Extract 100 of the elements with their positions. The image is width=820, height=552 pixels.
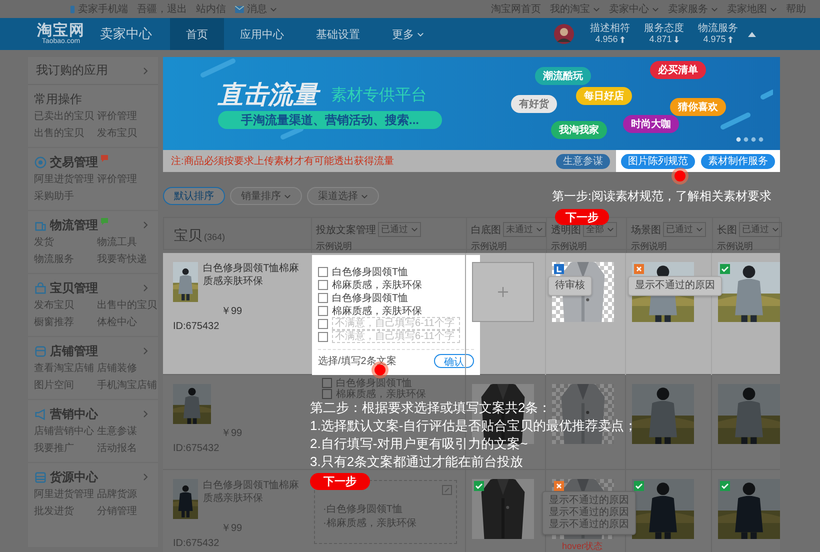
sort-button[interactable]: 默认排序 (163, 187, 225, 205)
tooltip-text: 待审核 (555, 280, 585, 292)
channel-tag: 我淘我家 (551, 121, 607, 139)
section-heading[interactable]: 宝贝管理 (50, 280, 98, 296)
product-title[interactable]: 白色修身圆领T恤棉麻质感亲肤环保 (203, 262, 306, 302)
section-heading[interactable]: 常用操作 (34, 90, 82, 108)
bag-icon (34, 282, 47, 294)
channel-tag: 猜你喜欢 (670, 98, 726, 116)
logo[interactable]: 淘宝网 (37, 22, 85, 38)
section-heading[interactable]: 货源中心 (50, 468, 98, 486)
section-heading[interactable]: 交易管理 (50, 154, 98, 170)
caret-icon (361, 194, 368, 198)
notice-text: 注:商品必须按要求上传素材才有可能透出获得流量 (171, 154, 395, 168)
caret-icon (417, 32, 424, 36)
checkbox[interactable] (318, 332, 328, 342)
caret-icon (607, 227, 614, 232)
chevron-right-icon[interactable] (143, 473, 148, 481)
copy-option[interactable]: 白色修身圆领T恤 (332, 264, 408, 278)
channel-tag: 必买清单 (650, 61, 706, 79)
phone-icon (70, 4, 75, 14)
chevron-right-icon[interactable] (143, 66, 148, 74)
checkbox[interactable] (322, 378, 332, 388)
sort-button[interactable]: 渠道选择 (307, 187, 379, 205)
nav-tab[interactable]: 基础设置 (300, 18, 376, 50)
sidebar-title[interactable]: 我订购的应用 (36, 62, 108, 79)
confirm-button[interactable]: 确认 (434, 354, 474, 368)
rating-value: 4.975 (703, 34, 726, 45)
site-title: 卖家中心 (100, 25, 152, 43)
promo-banner[interactable]: 直击流量 素材专供平台 手淘流量渠道、营销活动、搜索... 潮流酷玩 必买清单 有好货 每日好店 猜你喜欢 我淘我家 时尚大咖 (163, 57, 780, 150)
column-title: 白底图 (471, 224, 501, 236)
banner-tagline: 手淘流量渠道、营销活动、搜索... (218, 111, 442, 129)
carousel-dots-icon[interactable] (736, 137, 764, 142)
tooltip-text: 显示不通过的原因 (549, 495, 629, 506)
guide-text: 第二步：根据要求选择或填写文案共2条： (310, 399, 552, 417)
chevron-right-icon[interactable] (143, 221, 148, 229)
link-button[interactable]: 生意参谋 (556, 154, 610, 168)
plus-icon (498, 287, 508, 297)
avatar-icon[interactable] (554, 24, 574, 44)
caret-icon (411, 227, 418, 232)
channel-tag: 每日好店 (576, 87, 632, 105)
chevron-right-icon[interactable] (143, 410, 148, 418)
link-button[interactable]: 图片陈列规范 (621, 154, 695, 168)
caret-icon (284, 194, 291, 198)
checkbox[interactable] (318, 280, 328, 290)
example-link[interactable]: 示例说明 (717, 241, 753, 251)
channel-tag: 时尚大咖 (623, 115, 679, 133)
caret-icon (536, 227, 543, 232)
tooltip-text: 显示不通过的原因 (635, 280, 715, 292)
rating-label: 物流服务 (698, 23, 738, 34)
example-link[interactable]: 示例说明 (316, 241, 352, 251)
caret-icon (711, 6, 718, 12)
state-caption: hover状态 (562, 540, 603, 552)
checkbox[interactable] (322, 388, 332, 398)
checkbox[interactable] (318, 318, 328, 328)
column-title: 透明图 (551, 224, 581, 236)
banner-subheading: 素材专供平台 (331, 86, 427, 106)
copy-option[interactable]: 棉麻质感，亲肤环保 (332, 304, 422, 318)
sort-button[interactable]: 销量排序 (230, 187, 302, 205)
caret-icon (652, 6, 659, 12)
caret-icon (696, 227, 703, 232)
checkbox[interactable] (318, 306, 328, 316)
next-step-button[interactable]: 下一步 (555, 209, 609, 225)
upload-area[interactable] (472, 262, 534, 322)
example-link[interactable]: 示例说明 (551, 241, 587, 251)
tooltip-text: 显示不通过的原因 (549, 507, 629, 518)
product-price: ￥99 (221, 305, 244, 318)
nav-tab[interactable]: 更多 (376, 18, 440, 50)
caret-icon (772, 227, 779, 232)
link-button[interactable]: 素材制作服务 (701, 154, 775, 168)
shop-icon (34, 344, 47, 358)
checkbox[interactable] (318, 292, 328, 302)
product-id: ID:675432 (173, 321, 220, 332)
channel-tag: 潮流酷玩 (535, 67, 591, 85)
target-icon (34, 156, 47, 168)
tooltip-text: 显示不通过的原因 (549, 519, 629, 531)
copy-option[interactable]: 白色修身圆领T恤 (332, 290, 408, 304)
example-link[interactable]: 示例说明 (631, 241, 667, 251)
section-heading[interactable]: 物流管理 (50, 216, 98, 234)
next-step-button[interactable]: 下一步 (310, 473, 370, 490)
column-title: 宝贝 (174, 227, 202, 245)
nav-tab[interactable]: 应用中心 (224, 18, 300, 50)
example-link[interactable]: 示例说明 (471, 241, 507, 251)
megaphone-icon (34, 408, 47, 420)
chevron-right-icon[interactable] (143, 284, 148, 292)
column-title: 场景图 (631, 224, 661, 236)
guide-text: 第一步:阅读素材规范，了解相关素材要求 (552, 188, 772, 205)
collapse-icon[interactable] (748, 32, 756, 36)
crate-icon (34, 470, 47, 484)
section-heading[interactable]: 店铺管理 (50, 342, 98, 360)
chevron-right-icon[interactable] (143, 347, 148, 355)
edit-icon[interactable] (442, 485, 452, 495)
mail-icon (235, 6, 244, 12)
column-title: 投放文案管理 (316, 224, 376, 236)
copy-option[interactable]: 棉麻质感，亲肤环保 (332, 278, 422, 292)
caret-icon (270, 6, 277, 12)
section-heading[interactable]: 营销中心 (50, 406, 98, 422)
channel-tag: 有好货 (511, 95, 557, 113)
checkbox[interactable] (318, 266, 328, 276)
rating-label: 服务态度 (644, 23, 684, 34)
nav-tab[interactable]: 首页 (170, 18, 224, 50)
